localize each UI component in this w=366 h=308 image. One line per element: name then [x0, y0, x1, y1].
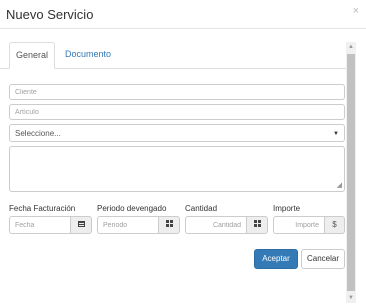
periodo-label: Periodo devengado [97, 204, 167, 213]
grid-icon [165, 220, 173, 228]
scroll-up-icon[interactable]: ▲ [346, 42, 356, 52]
notes-textarea[interactable]: ◢ [9, 146, 345, 192]
fecha-input[interactable] [9, 216, 71, 234]
fecha-label: Fecha Facturación [9, 204, 76, 213]
currency-addon: $ [324, 216, 345, 234]
fecha-calendar-button[interactable] [70, 216, 92, 234]
periodo-grid-button[interactable] [158, 216, 180, 234]
modal-title: Nuevo Servicio [6, 7, 94, 22]
accept-button[interactable]: Aceptar [254, 249, 298, 269]
cantidad-input[interactable] [185, 216, 247, 234]
tab-bar: General Documento [0, 42, 346, 69]
scroll-thumb[interactable] [347, 54, 355, 291]
grid-icon [253, 220, 261, 228]
service-select[interactable]: Seleccione... ▼ [9, 124, 345, 142]
select-value: Seleccione... [15, 129, 61, 138]
tab-documento[interactable]: Documento [60, 42, 116, 68]
cancel-button[interactable]: Cancelar [301, 249, 345, 269]
scroll-down-icon[interactable]: ▼ [346, 293, 356, 303]
cantidad-label: Cantidad [185, 204, 218, 213]
importe-label: Importe [273, 204, 301, 213]
caret-down-icon: ▼ [333, 131, 339, 137]
calendar-icon [77, 220, 85, 227]
cantidad-grid-button[interactable] [246, 216, 268, 234]
periodo-input[interactable] [97, 216, 159, 234]
tab-general[interactable]: General [9, 42, 55, 69]
vertical-scrollbar[interactable]: ▲ ▼ [346, 42, 356, 303]
close-icon[interactable]: × [353, 6, 359, 17]
cliente-input[interactable] [9, 84, 345, 100]
importe-input[interactable] [273, 216, 325, 234]
resize-handle-icon[interactable]: ◢ [337, 182, 342, 189]
modal-header: Nuevo Servicio × [0, 0, 366, 29]
articulo-input[interactable] [9, 104, 345, 120]
